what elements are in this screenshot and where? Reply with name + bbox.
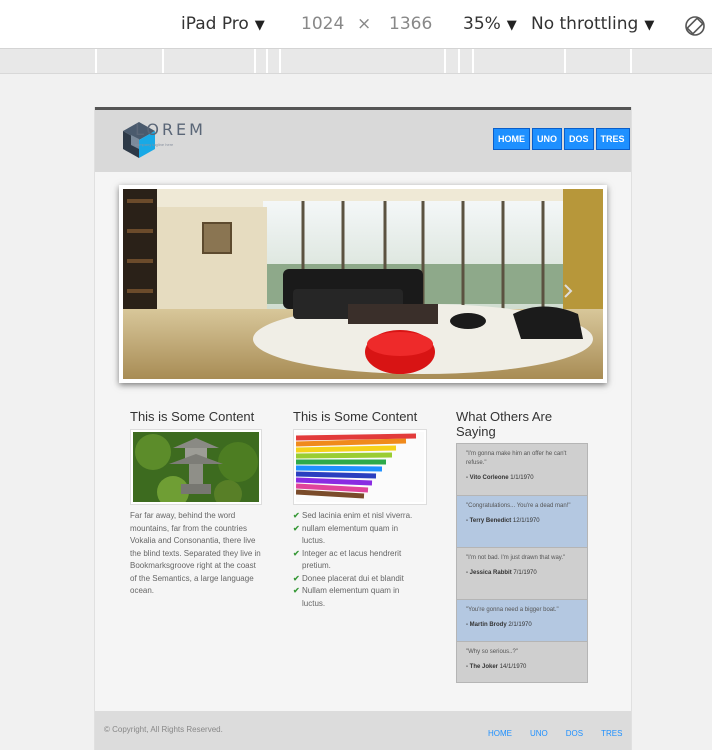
pencils-image[interactable]: [293, 429, 427, 505]
zoom-select[interactable]: 35% ▼: [463, 14, 517, 34]
width-input[interactable]: 1024: [301, 14, 344, 34]
devtools-device-toolbar: iPad Pro ▼ 1024 × 1366 35% ▼ No throttling…: [0, 0, 712, 49]
times-separator: ×: [357, 14, 372, 34]
list-item-text: Integer ac et lacus hendrerit pretium.: [302, 548, 402, 571]
check-icon: ✔: [293, 548, 300, 558]
testimonials-title: What Others Are Saying: [456, 409, 553, 439]
list-item: ✔ Donee placerat dui et blandit: [293, 573, 423, 586]
list-item: ✔ Integer ac et lacus hendrerit pretium.: [293, 548, 423, 573]
list-item: ✔ nullam elementum quam in luctus.: [293, 523, 423, 548]
footer-link-home[interactable]: HOME: [488, 729, 512, 738]
nav-uno[interactable]: UNO: [532, 128, 562, 150]
footer-nav: HOME UNO DOS TRES: [488, 729, 622, 738]
nav-dos[interactable]: DOS: [564, 128, 594, 150]
chevron-down-icon: ▼: [254, 18, 265, 33]
colored-pencils-photo: [296, 432, 424, 502]
logo-wordmark[interactable]: LOREM: [135, 120, 206, 139]
rotate-icon[interactable]: [684, 15, 706, 37]
content-paragraph: Far far away, behind the word mountains,…: [130, 511, 261, 595]
nav-home[interactable]: HOME: [493, 128, 530, 150]
testimonial-author: - The Joker 14/1/1970: [466, 664, 527, 670]
check-icon: ✔: [293, 511, 300, 520]
footer-link-dos[interactable]: DOS: [566, 729, 583, 738]
device-select[interactable]: iPad Pro ▼: [181, 14, 265, 34]
media-query-bar[interactable]: [0, 49, 712, 74]
logo-tagline: company tagline here: [135, 142, 174, 147]
testimonials-box: "I'm gonna make him an offer he can't re…: [456, 443, 588, 683]
chevron-down-icon: ▼: [506, 18, 517, 33]
testimonial-card: "I'm gonna make him an offer he can't re…: [457, 444, 587, 496]
testimonial-quote: "I'm not bad. I'm just drawn that way.": [466, 555, 566, 561]
throttling-label: No throttling: [531, 14, 639, 34]
list-item-text: Sed lacinia enim et nisl viverra.: [302, 511, 413, 520]
check-icon: ✔: [293, 573, 300, 583]
site-footer: © Copyright, All Rights Reserved. HOME U…: [95, 711, 631, 750]
testimonial-author: - Terry Benedict 12/1/1970: [466, 518, 540, 524]
device-label: iPad Pro: [181, 14, 249, 34]
check-icon: ✔: [293, 586, 300, 595]
copyright-text: © Copyright, All Rights Reserved.: [104, 725, 223, 734]
testimonial-quote: "Why so serious..?": [466, 649, 518, 655]
testimonial-quote: "Congratulations... You're a dead man!": [466, 503, 571, 509]
check-icon: ✔: [293, 523, 300, 533]
testimonial-card: "Congratulations... You're a dead man!" …: [457, 496, 587, 548]
list-item: ✔ Sed lacinia enim et nisl viverra.: [293, 510, 423, 523]
height-input[interactable]: 1366: [389, 14, 432, 34]
list-item-text: Nullam elementum quam in luctus.: [302, 586, 400, 608]
stone-lantern-photo: [133, 432, 259, 502]
hero-slider[interactable]: [119, 185, 607, 383]
list-item-text: Donee placerat dui et blandit: [302, 573, 404, 583]
content-title-2: This is Some Content: [293, 409, 418, 424]
testimonial-quote: "You're gonna need a bigger boat.": [466, 607, 559, 613]
stone-lantern-image[interactable]: [130, 429, 262, 505]
testimonial-quote: "I'm gonna make him an offer he can't re…: [466, 451, 567, 466]
throttling-select[interactable]: No throttling ▼: [531, 14, 654, 34]
footer-link-tres[interactable]: TRES: [601, 729, 622, 738]
content-title-1: This is Some Content: [130, 409, 255, 424]
testimonial-card: "You're gonna need a bigger boat." - Mar…: [457, 600, 587, 642]
main-nav: HOME UNO DOS TRES: [493, 128, 630, 150]
nav-tres[interactable]: TRES: [595, 128, 630, 150]
testimonial-author: - Martin Brody 2/1/1970: [466, 622, 532, 628]
testimonial-author: - Vito Corleone 1/1/1970: [466, 475, 534, 481]
testimonial-card: "Why so serious..?" - The Joker 14/1/197…: [457, 642, 587, 682]
zoom-label: 35%: [463, 14, 501, 34]
chevron-down-icon: ▼: [644, 18, 655, 33]
site-header: LOREM company tagline here HOME UNO DOS …: [95, 107, 631, 172]
list-item: ✔ Nullam elementum quam in luctus.: [293, 585, 423, 610]
emulated-page: LOREM company tagline here HOME UNO DOS …: [94, 107, 632, 750]
living-room-photo: [123, 189, 603, 379]
feature-checklist: ✔ Sed lacinia enim et nisl viverra. ✔ null…: [293, 510, 423, 610]
testimonial-author: - Jessica Rabbit 7/1/1970: [466, 570, 537, 576]
footer-link-uno[interactable]: UNO: [530, 729, 548, 738]
testimonial-card: "I'm not bad. I'm just drawn that way." …: [457, 548, 587, 600]
list-item-text: nullam elementum quam in luctus.: [302, 523, 399, 546]
